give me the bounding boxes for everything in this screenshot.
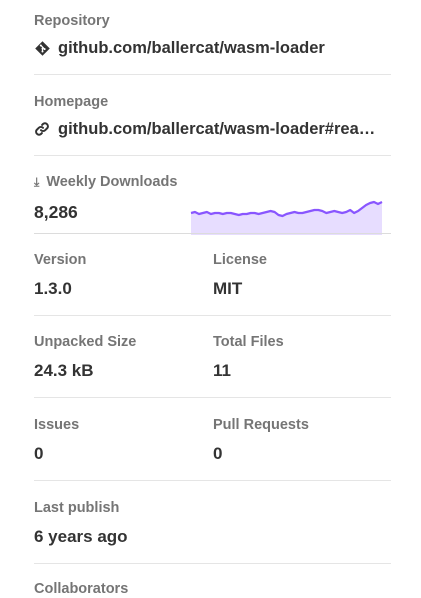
unpacked-size-value: 24.3 kB <box>34 361 94 380</box>
issues-prs-row: Issues 0 Pull Requests 0 <box>34 416 391 466</box>
weekly-downloads-label-text: Weekly Downloads <box>46 174 178 190</box>
divider <box>34 563 391 564</box>
homepage-link[interactable]: github.com/ballercat/wasm-loader#readme <box>58 118 383 140</box>
license-cell: License MIT <box>213 251 267 300</box>
divider <box>34 315 391 316</box>
version-label: Version <box>34 252 87 268</box>
weekly-downloads-label: ⤓ Weekly Downloads <box>34 173 391 191</box>
total-files-value: 11 <box>213 361 231 380</box>
pull-requests-cell[interactable]: Pull Requests 0 <box>213 416 309 465</box>
package-sidebar: Repository github.com/ballercat/wasm-loa… <box>0 0 421 597</box>
divider <box>34 74 391 75</box>
issues-cell[interactable]: Issues 0 <box>34 416 79 465</box>
last-publish-label: Last publish <box>34 500 120 516</box>
homepage-section: Homepage github.com/ballercat/wasm-loade… <box>34 93 391 140</box>
pull-requests-label: Pull Requests <box>213 417 309 433</box>
repository-label: Repository <box>34 13 110 29</box>
version-license-row: Version 1.3.0 License MIT <box>34 251 391 301</box>
issues-label: Issues <box>34 417 80 433</box>
divider <box>34 397 391 398</box>
git-icon <box>34 40 50 56</box>
size-files-row: Unpacked Size 24.3 kB Total Files 11 <box>34 333 391 383</box>
homepage-label: Homepage <box>34 94 109 110</box>
repository-link-row[interactable]: github.com/ballercat/wasm-loader <box>34 37 391 59</box>
last-publish-section: Last publish 6 years ago <box>34 499 391 549</box>
collaborators-label: Collaborators <box>34 581 129 597</box>
link-icon <box>34 121 50 137</box>
divider <box>34 480 391 481</box>
unpacked-size-cell: Unpacked Size 24.3 kB <box>34 333 136 382</box>
version-value: 1.3.0 <box>34 279 72 298</box>
last-publish-value: 6 years ago <box>34 527 128 546</box>
repository-link[interactable]: github.com/ballercat/wasm-loader <box>58 37 325 59</box>
weekly-downloads-section: ⤓ Weekly Downloads 8,286 <box>34 173 391 235</box>
unpacked-size-label: Unpacked Size <box>34 334 137 350</box>
homepage-link-row[interactable]: github.com/ballercat/wasm-loader#readme <box>34 118 391 140</box>
last-publish-cell: Last publish 6 years ago <box>34 499 128 548</box>
version-cell: Version 1.3.0 <box>34 251 86 300</box>
divider <box>34 155 391 156</box>
total-files-cell: Total Files 11 <box>213 333 284 382</box>
collaborators-section: Collaborators <box>34 580 391 598</box>
total-files-label: Total Files <box>213 334 284 350</box>
pull-requests-value[interactable]: 0 <box>213 443 309 465</box>
license-label: License <box>213 252 267 268</box>
divider <box>34 233 391 234</box>
downloads-sparkline[interactable] <box>34 195 391 235</box>
repository-section: Repository github.com/ballercat/wasm-loa… <box>34 12 391 59</box>
download-icon: ⤓ <box>34 175 40 189</box>
sparkline-area <box>191 202 382 235</box>
license-value: MIT <box>213 279 243 298</box>
issues-value[interactable]: 0 <box>34 443 79 465</box>
